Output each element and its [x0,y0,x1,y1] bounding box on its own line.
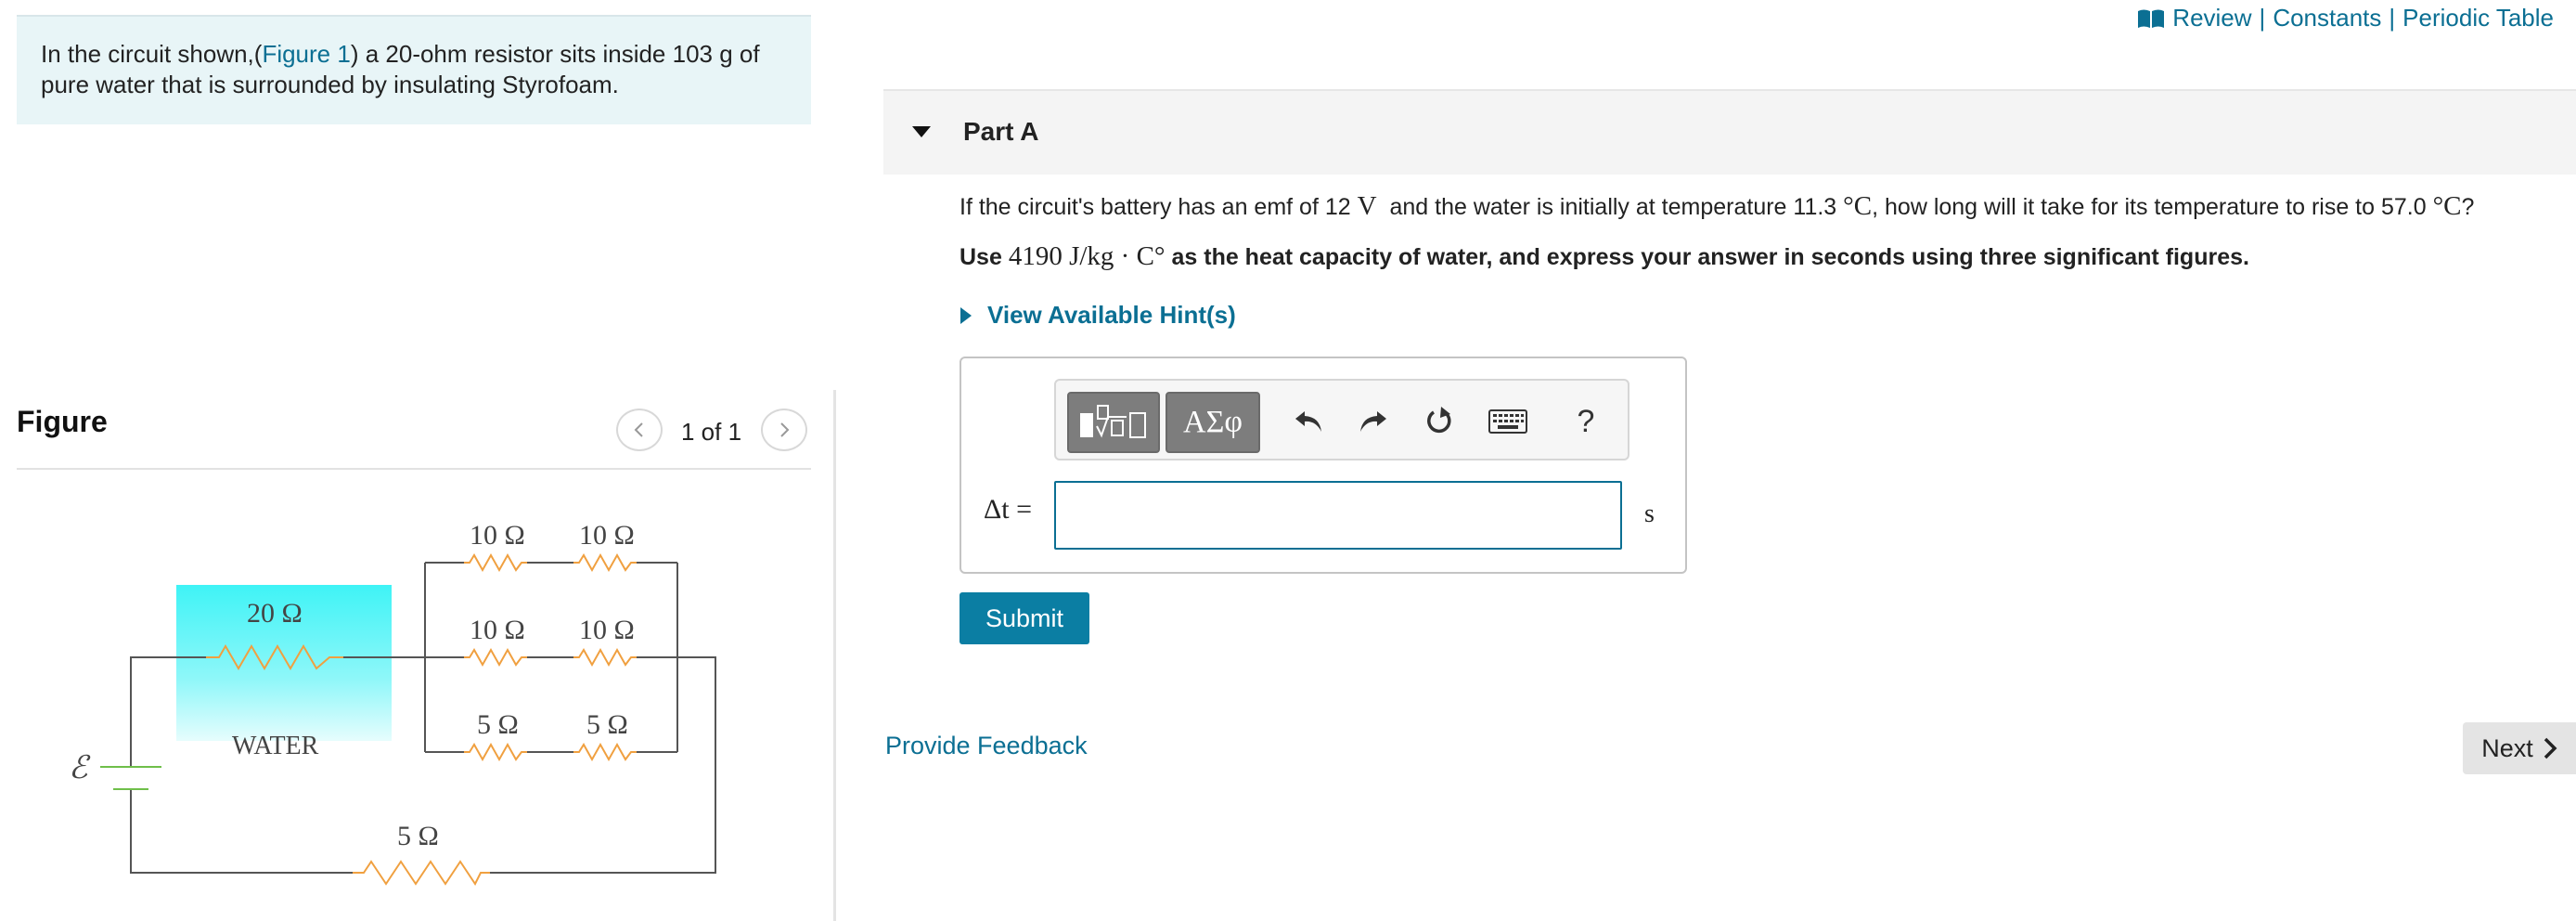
water-resistor-label: 20 Ω [247,598,303,629]
instruction-text: Use 4190 J/kg · C° as the heat capacity … [960,241,2249,272]
resistor-row1-right [573,552,637,573]
reset-button[interactable] [1418,401,1461,442]
templates-icon [1080,405,1146,438]
question-part: , how long will it take for its temperat… [1872,194,2427,220]
resistor-row1-left [464,552,527,573]
resistor-row3-right [573,742,637,762]
row1-right-label: 10 Ω [579,520,635,551]
panel-divider [833,390,836,921]
reset-icon [1427,407,1451,434]
question-text: If the circuit's battery has an emf of 1… [960,191,2474,222]
bottom-resistor-label: 5 Ω [397,821,439,851]
chevron-right-icon [2544,737,2557,759]
next-button[interactable]: Next [2463,722,2576,774]
answer-variable-label: Δt = [984,494,1033,525]
greek-symbols-button[interactable]: ΑΣφ [1166,392,1260,453]
keyboard-icon [1488,409,1527,434]
figure-link[interactable]: Figure 1 [262,40,350,68]
hint-label: View Available Hint(s) [987,301,1236,329]
answer-box: ΑΣφ ? Δt = s [960,357,1687,574]
resource-links: Review | Constants | Periodic Table [2137,4,2554,32]
help-button[interactable]: ? [1565,401,1607,442]
templates-button[interactable] [1067,392,1160,453]
figure-header: Figure 1 of 1 [17,401,811,470]
provide-feedback-link[interactable]: Provide Feedback [885,732,1088,760]
left-panel: In the circuit shown,(Figure 1) a 20-ohm… [0,0,835,921]
row2-right-label: 10 Ω [579,615,635,645]
question-math: V [1357,191,1377,221]
resistor-5-ohm-bottom [353,860,490,886]
question-math: °C [1843,191,1873,221]
question-math: °C [2432,191,2462,221]
instruction-part: Use [960,244,1002,270]
link-separator: | [2259,4,2266,32]
answer-unit: s [1644,499,1655,528]
chevron-right-icon [780,422,790,437]
figure-title: Figure [17,405,108,438]
math-toolbar: ΑΣφ ? [1054,379,1629,460]
row3-left-label: 5 Ω [477,709,519,740]
redo-button[interactable] [1351,401,1394,442]
answer-input[interactable] [1054,481,1622,550]
water-label: WATER [232,732,319,760]
review-link[interactable]: Review [2172,4,2251,32]
redo-icon [1360,411,1386,432]
part-a-header[interactable]: Part A [883,89,2576,175]
figure-pager-count: 1 of 1 [681,418,742,446]
emf-label: ℰ [69,751,91,785]
periodic-table-link[interactable]: Periodic Table [2402,4,2554,32]
chevron-left-icon [634,422,643,437]
view-hints-toggle[interactable]: View Available Hint(s) [960,301,1236,330]
resistor-row2-left [464,647,527,668]
book-icon [2138,9,2165,28]
caret-down-icon [912,126,931,137]
question-part: and the water is initially at temperatur… [1389,194,1837,220]
row3-right-label: 5 Ω [586,709,628,740]
battery-symbol [100,766,161,790]
undo-icon [1295,411,1321,432]
intro-text-before: In the circuit shown,( [41,40,263,68]
next-figure-button[interactable] [761,409,807,451]
question-part: If the circuit's battery has an emf of 1… [960,194,1351,220]
link-separator: | [2389,4,2396,32]
submit-button[interactable]: Submit [960,592,1089,644]
row1-left-label: 10 Ω [470,520,525,551]
instruction-math: 4190 J/kg · C° [1008,241,1166,271]
previous-figure-button[interactable] [616,409,663,451]
instruction-part: as the heat capacity of water, and expre… [1171,244,2249,270]
keyboard-button[interactable] [1487,401,1529,442]
resistor-row3-left [464,742,527,762]
circuit-diagram: ℰ WATER 20 Ω 5 Ω 10 Ω 10 Ω 10 Ω 10 Ω 5 Ω… [69,520,716,886]
constants-link[interactable]: Constants [2273,4,2381,32]
next-label: Next [2481,733,2533,762]
resistor-row2-right [573,647,637,668]
problem-intro: In the circuit shown,(Figure 1) a 20-ohm… [17,15,811,124]
part-title: Part A [963,117,1039,146]
undo-button[interactable] [1288,401,1331,442]
row2-left-label: 10 Ω [470,615,525,645]
question-part: ? [2461,194,2475,220]
caret-right-icon [960,306,972,324]
